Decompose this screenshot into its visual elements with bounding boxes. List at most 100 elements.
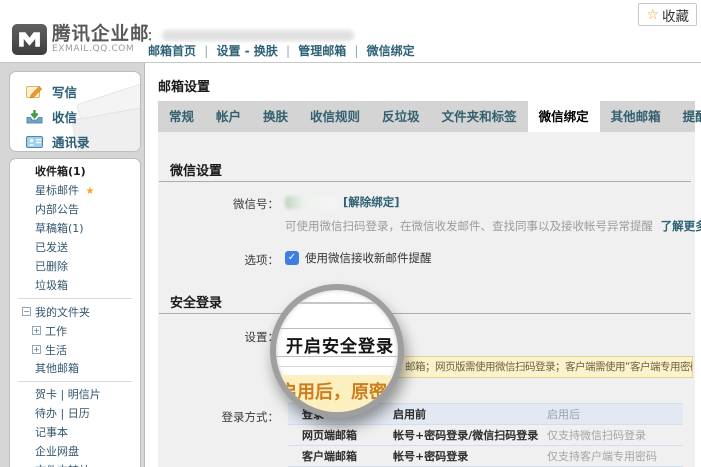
settings-tab-bar: 常规 帐户 换肤 收信规则 反垃圾 文件夹和标签 微信绑定 其他邮箱 提醒服务 …: [158, 101, 695, 132]
compose-icon: [26, 84, 43, 99]
receive-mail-icon: [26, 109, 43, 124]
sidebar-divider: [18, 381, 132, 382]
enterprise-disk-label: 企业网盘: [35, 445, 79, 458]
expand-icon[interactable]: +: [32, 345, 41, 354]
compose-button[interactable]: 写信: [10, 79, 140, 104]
wechat-settings-section-title: 微信设置: [170, 160, 222, 179]
nav-separator: |: [204, 44, 208, 58]
page-title: 邮箱设置: [158, 76, 210, 95]
unbind-link[interactable]: [解除绑定]: [343, 194, 400, 210]
table-row: 网页端邮箱 帐号+密码登录/微信扫码登录 仅支持微信扫码登录: [288, 425, 683, 446]
receive-mail-button[interactable]: 收信: [10, 104, 140, 129]
cell-client-before: 帐号+密码登录: [393, 448, 547, 464]
todo-calendar-label: 待办 | 日历: [35, 407, 90, 420]
starred-label: 星标邮件: [35, 184, 79, 197]
logo-title: 腾讯企业邮: [52, 25, 150, 44]
star-icon: ★: [86, 186, 95, 197]
nav-link-wechat-binding[interactable]: 微信绑定: [367, 44, 415, 58]
exmail-settings-page: 腾讯企业邮 EXMAIL.QQ.COM ： 邮箱首页 | 设置 - 换肤 | 管…: [0, 0, 701, 467]
tab-reminder-service[interactable]: 提醒服务: [672, 101, 701, 132]
table-row: 客户端邮箱 帐号+密码登录 仅支持客户端专用密码: [288, 446, 683, 467]
sidebar-item-sent[interactable]: 已发送: [10, 238, 140, 257]
cell-client-mailbox: 客户端邮箱: [288, 448, 393, 464]
tab-skin[interactable]: 换肤: [252, 101, 299, 132]
work-folder-label: 工作: [45, 323, 67, 339]
new-mail-notify-option: ✓ 使用微信接收新邮件提醒: [285, 250, 432, 266]
new-mail-notify-label: 使用微信接收新邮件提醒: [305, 250, 432, 266]
inbox-label: 收件箱(1): [35, 165, 86, 178]
wechat-id-label: 微信号：: [158, 196, 279, 212]
drafts-label: 草稿箱(1): [35, 222, 84, 235]
secure-login-note-text: 邮箱；网页版需使用微信扫码登录；客户端需使用“客户端专用密码”登录: [405, 361, 693, 373]
magnified-button-top-edge: [272, 328, 402, 329]
sidebar-item-announcements[interactable]: 内部公告: [10, 200, 140, 219]
tab-content: 微信设置 微信号： [解除绑定] 可使用微信扫码登录，在微信收发邮件、查找同事以…: [158, 132, 695, 467]
workspace: 写信 收信 通讯录: [0, 62, 701, 467]
magnified-faint-line: [272, 366, 402, 367]
sidebar-item-enterprise-disk[interactable]: 企业网盘: [10, 442, 140, 461]
magnified-divider-line: [272, 302, 402, 304]
expand-icon[interactable]: +: [32, 326, 41, 335]
section-divider: [159, 313, 691, 314]
compose-label: 写信: [52, 82, 77, 101]
tab-general[interactable]: 常规: [158, 101, 205, 132]
tab-account[interactable]: 帐户: [205, 101, 252, 132]
exmail-logo[interactable]: 腾讯企业邮 EXMAIL.QQ.COM: [12, 24, 150, 55]
wechat-description: 可使用微信扫码登录，在微信收发邮件、查找同事以及接收帐号异常提醒 了解更多: [285, 218, 701, 234]
star-outline-icon: ☆: [646, 8, 659, 22]
sidebar-item-todo-calendar[interactable]: 待办 | 日历: [10, 404, 140, 423]
enable-secure-login-button[interactable]: 开启安全登录: [286, 332, 394, 357]
favorite-button[interactable]: ☆ 收藏: [638, 3, 697, 26]
life-folder-label: 生活: [45, 342, 67, 358]
setting-label: 设置：: [158, 329, 279, 345]
other-mailbox-label: 其他邮箱: [35, 362, 79, 375]
checkbox-checked-icon[interactable]: ✓: [285, 251, 299, 265]
options-label: 选项：: [158, 252, 279, 268]
redacted-wechat-id: [285, 196, 337, 209]
sidebar-item-other-mailbox[interactable]: 其他邮箱: [10, 359, 140, 378]
tab-mail-rules[interactable]: 收信规则: [299, 101, 371, 132]
contacts-label: 通讯录: [52, 132, 90, 151]
sidebar-item-file-transfer[interactable]: 文件中转站: [10, 461, 140, 467]
learn-more-link[interactable]: 了解更多: [661, 219, 701, 233]
sent-label: 已发送: [35, 241, 68, 254]
sidebar-item-junk[interactable]: 垃圾箱: [10, 276, 140, 295]
nav-link-settings-skin[interactable]: 设置 - 换肤: [216, 44, 277, 58]
login-mode-label: 登录方式：: [158, 409, 279, 425]
logo-subtitle: EXMAIL.QQ.COM: [52, 44, 150, 54]
collapse-icon[interactable]: −: [22, 307, 31, 316]
tab-antispam[interactable]: 反垃圾: [371, 101, 431, 132]
sidebar-item-my-folders[interactable]: − 我的文件夹: [10, 302, 140, 321]
greeting-cards-label: 贺卡 | 明信片: [35, 388, 101, 401]
contacts-button[interactable]: 通讯录: [10, 129, 140, 152]
sidebar-item-work-folder[interactable]: + 工作: [10, 321, 140, 340]
sidebar-item-deleted[interactable]: 已删除: [10, 257, 140, 276]
receive-mail-label: 收信: [52, 107, 77, 126]
nav-link-mail-home[interactable]: 邮箱首页: [148, 44, 196, 58]
top-header: 腾讯企业邮 EXMAIL.QQ.COM ： 邮箱首页 | 设置 - 换肤 | 管…: [0, 0, 701, 62]
sidebar-divider: [18, 298, 132, 299]
wechat-id-value: [解除绑定]: [285, 194, 400, 210]
contacts-icon: [26, 135, 43, 149]
announcements-label: 内部公告: [35, 203, 79, 216]
cell-web-after: 仅支持微信扫码登录: [547, 427, 683, 443]
nav-link-manage-mailbox[interactable]: 管理邮箱: [298, 44, 346, 58]
tab-other-mailbox[interactable]: 其他邮箱: [600, 101, 672, 132]
col-header-before: 启用前: [393, 406, 547, 422]
redacted-email-address: [162, 30, 354, 41]
magnifier-overlay: 开启安全登录 启用后，原密: [270, 284, 404, 418]
sidebar-item-inbox[interactable]: 收件箱(1): [10, 162, 140, 181]
sidebar-item-life-folder[interactable]: + 生活: [10, 340, 140, 359]
cell-client-after: 仅支持客户端专用密码: [547, 448, 683, 464]
sidebar-item-drafts[interactable]: 草稿箱(1): [10, 219, 140, 238]
favorite-label: 收藏: [662, 5, 689, 25]
cell-web-before: 帐号+密码登录/微信扫码登录: [393, 427, 547, 443]
sidebar-item-starred[interactable]: 星标邮件 ★: [10, 181, 140, 200]
tab-folders-labels[interactable]: 文件夹和标签: [431, 101, 528, 132]
secure-login-note: 邮箱；网页版需使用微信扫码登录；客户端需使用“客户端专用密码”登录: [354, 356, 693, 378]
section-divider: [159, 181, 691, 182]
sidebar-item-notebook[interactable]: 记事本: [10, 423, 140, 442]
tab-wechat-binding[interactable]: 微信绑定: [528, 101, 600, 132]
sidebar-item-greeting-cards[interactable]: 贺卡 | 明信片: [10, 385, 140, 404]
wechat-description-text: 可使用微信扫码登录，在微信收发邮件、查找同事以及接收帐号异常提醒: [285, 219, 653, 233]
